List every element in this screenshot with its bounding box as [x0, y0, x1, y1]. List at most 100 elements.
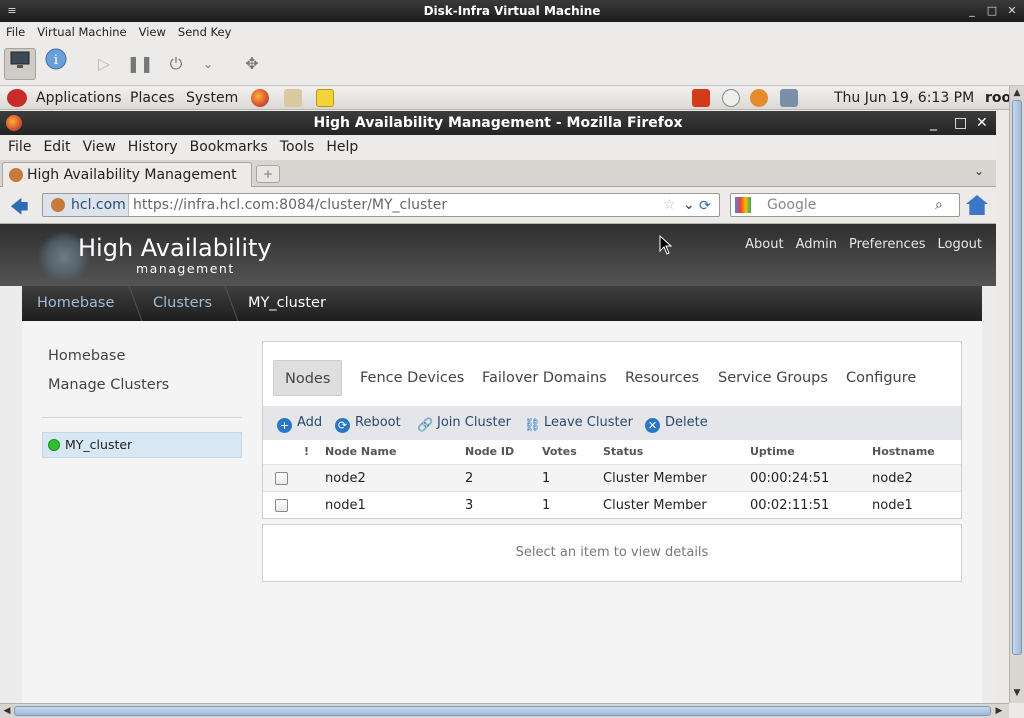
reboot-button[interactable]: ⟳ Reboot	[335, 406, 401, 440]
maximize-icon[interactable]: □	[982, 0, 1002, 22]
ff-menu-help[interactable]: Help	[322, 135, 362, 160]
cell-uptime: 00:02:11:51	[750, 498, 830, 513]
power-icon[interactable]: ⏻	[160, 48, 192, 80]
vm-menu-send-key[interactable]: Send Key	[172, 22, 237, 42]
col-alert[interactable]: !	[304, 440, 309, 464]
url-text[interactable]: https://infra.hcl.com:8084/cluster/MY_cl…	[133, 194, 447, 216]
alert-icon[interactable]	[692, 89, 710, 107]
binoculars-icon[interactable]: ⌕	[935, 194, 943, 216]
table-row[interactable]: node1 3 1 Cluster Member 00:02:11:51 nod…	[263, 491, 961, 518]
leave-cluster-button[interactable]: ⛓ Leave Cluster	[524, 406, 633, 440]
col-node-name[interactable]: Node Name	[325, 440, 396, 464]
cell-node-id: 3	[465, 498, 474, 513]
ff-minimize-icon[interactable]: _	[930, 111, 937, 135]
run-icon[interactable]: ▷	[88, 48, 120, 80]
tab-resources[interactable]: Resources	[614, 360, 710, 396]
sidebar-item-manage-clusters[interactable]: Manage Clusters	[48, 377, 169, 393]
ff-menu-tools[interactable]: Tools	[276, 135, 319, 160]
row-checkbox[interactable]	[275, 472, 288, 485]
ff-menu-bookmarks[interactable]: Bookmarks	[186, 135, 272, 160]
col-uptime[interactable]: Uptime	[750, 440, 795, 464]
horizontal-scroll-thumb[interactable]	[14, 706, 991, 716]
redhat-logo-icon	[7, 89, 27, 107]
bookmark-star-icon[interactable]: ☆	[663, 194, 676, 216]
add-button[interactable]: + Add	[277, 406, 322, 440]
browser-tab[interactable]: High Availability Management	[2, 162, 252, 187]
network-icon[interactable]	[780, 89, 798, 107]
mail-launcher-icon[interactable]	[284, 89, 302, 107]
search-engine-icon[interactable]	[735, 197, 751, 213]
minimize-icon[interactable]: _	[962, 0, 982, 22]
vm-menu-file[interactable]: File	[0, 22, 31, 42]
tab-service-groups[interactable]: Service Groups	[707, 360, 839, 396]
scroll-right-icon[interactable]: ▶	[992, 704, 1006, 718]
firefox-tabstrip: High Availability Management + ⌄	[0, 160, 996, 187]
applications-menu[interactable]: Applications	[36, 86, 122, 110]
firefox-launcher-icon[interactable]	[251, 89, 269, 107]
reload-icon[interactable]: ⟳	[699, 195, 711, 217]
about-link[interactable]: About	[745, 237, 783, 252]
logout-link[interactable]: Logout	[937, 237, 982, 252]
url-dropdown-icon[interactable]: ⌄	[683, 194, 695, 216]
horizontal-scrollbar[interactable]: ◀ ▶	[0, 703, 1009, 718]
console-view-icon[interactable]	[4, 48, 36, 80]
tab-nodes[interactable]: Nodes	[273, 360, 343, 396]
admin-link[interactable]: Admin	[796, 237, 837, 252]
col-status[interactable]: Status	[603, 440, 643, 464]
firefox-titlebar: High Availability Management - Mozilla F…	[0, 111, 996, 135]
table-row[interactable]: node2 2 1 Cluster Member 00:00:24:51 nod…	[263, 464, 961, 491]
col-node-id[interactable]: Node ID	[465, 440, 514, 464]
details-panel: Select an item to view details	[262, 524, 962, 582]
back-arrow-icon[interactable]: 🡄	[10, 195, 29, 225]
details-info-icon[interactable]: i	[40, 48, 72, 80]
search-bar[interactable]: Google ⌕	[730, 193, 960, 217]
search-input[interactable]: Google	[767, 194, 816, 216]
delete-button[interactable]: ✕ Delete	[645, 406, 708, 440]
notes-launcher-icon[interactable]	[316, 89, 334, 107]
col-votes[interactable]: Votes	[542, 440, 577, 464]
pause-icon[interactable]: ❚❚	[124, 48, 156, 80]
scroll-down-icon[interactable]: ▼	[1010, 686, 1024, 700]
join-cluster-button[interactable]: 🔗 Join Cluster	[417, 406, 511, 440]
url-bar[interactable]: hcl.com https://infra.hcl.com:8084/clust…	[42, 193, 720, 217]
ff-menu-edit[interactable]: Edit	[39, 135, 74, 160]
new-tab-icon[interactable]: +	[256, 165, 280, 183]
scroll-left-icon[interactable]: ◀	[0, 704, 14, 718]
tab-fence-devices[interactable]: Fence Devices	[349, 360, 475, 396]
system-menu[interactable]: System	[186, 86, 238, 110]
tab-configure[interactable]: Configure	[835, 360, 927, 396]
breadcrumb-homebase[interactable]: Homebase	[37, 286, 114, 321]
col-hostname[interactable]: Hostname	[872, 440, 935, 464]
vm-menu-virtual-machine[interactable]: Virtual Machine	[31, 22, 132, 42]
vm-menu-view[interactable]: View	[133, 22, 172, 42]
scroll-up-icon[interactable]: ▲	[1010, 86, 1024, 100]
panel-user[interactable]: roo	[985, 86, 1011, 110]
panel-clock[interactable]: Thu Jun 19, 6:13 PM	[834, 86, 974, 110]
home-icon[interactable]	[966, 195, 988, 215]
cell-uptime: 00:00:24:51	[750, 471, 830, 486]
chevron-down-icon[interactable]: ⌄	[192, 48, 224, 80]
updates-icon[interactable]	[750, 89, 768, 107]
delete-icon: ✕	[645, 418, 660, 433]
ff-menu-file[interactable]: File	[4, 135, 35, 160]
tab-failover-domains[interactable]: Failover Domains	[471, 360, 618, 396]
vertical-scrollbar[interactable]: ▲ ▼	[1009, 86, 1024, 703]
tab-list-chevron-icon[interactable]: ⌄	[974, 164, 984, 178]
places-menu[interactable]: Places	[130, 86, 175, 110]
gnome-top-panel: Applications Places System Thu Jun 19, 6…	[0, 86, 1011, 110]
clock-applet-icon[interactable]	[722, 89, 740, 107]
site-identity-button[interactable]: hcl.com	[43, 194, 129, 216]
breadcrumb-clusters[interactable]: Clusters	[153, 286, 212, 321]
ff-close-icon[interactable]: ✕	[976, 111, 988, 135]
preferences-link[interactable]: Preferences	[849, 237, 925, 252]
close-icon[interactable]: ✕	[1002, 0, 1022, 22]
ff-menu-history[interactable]: History	[124, 135, 182, 160]
cluster-list-item[interactable]: MY_cluster	[42, 432, 242, 458]
row-checkbox[interactable]	[275, 499, 288, 512]
ff-maximize-icon[interactable]: □	[954, 111, 967, 135]
sidebar-item-homebase[interactable]: Homebase	[48, 348, 169, 364]
fullscreen-icon[interactable]: ✥	[236, 48, 268, 80]
vertical-scroll-thumb[interactable]	[1012, 100, 1022, 655]
window-menu-icon[interactable]: ≡	[2, 0, 22, 22]
ff-menu-view[interactable]: View	[79, 135, 120, 160]
